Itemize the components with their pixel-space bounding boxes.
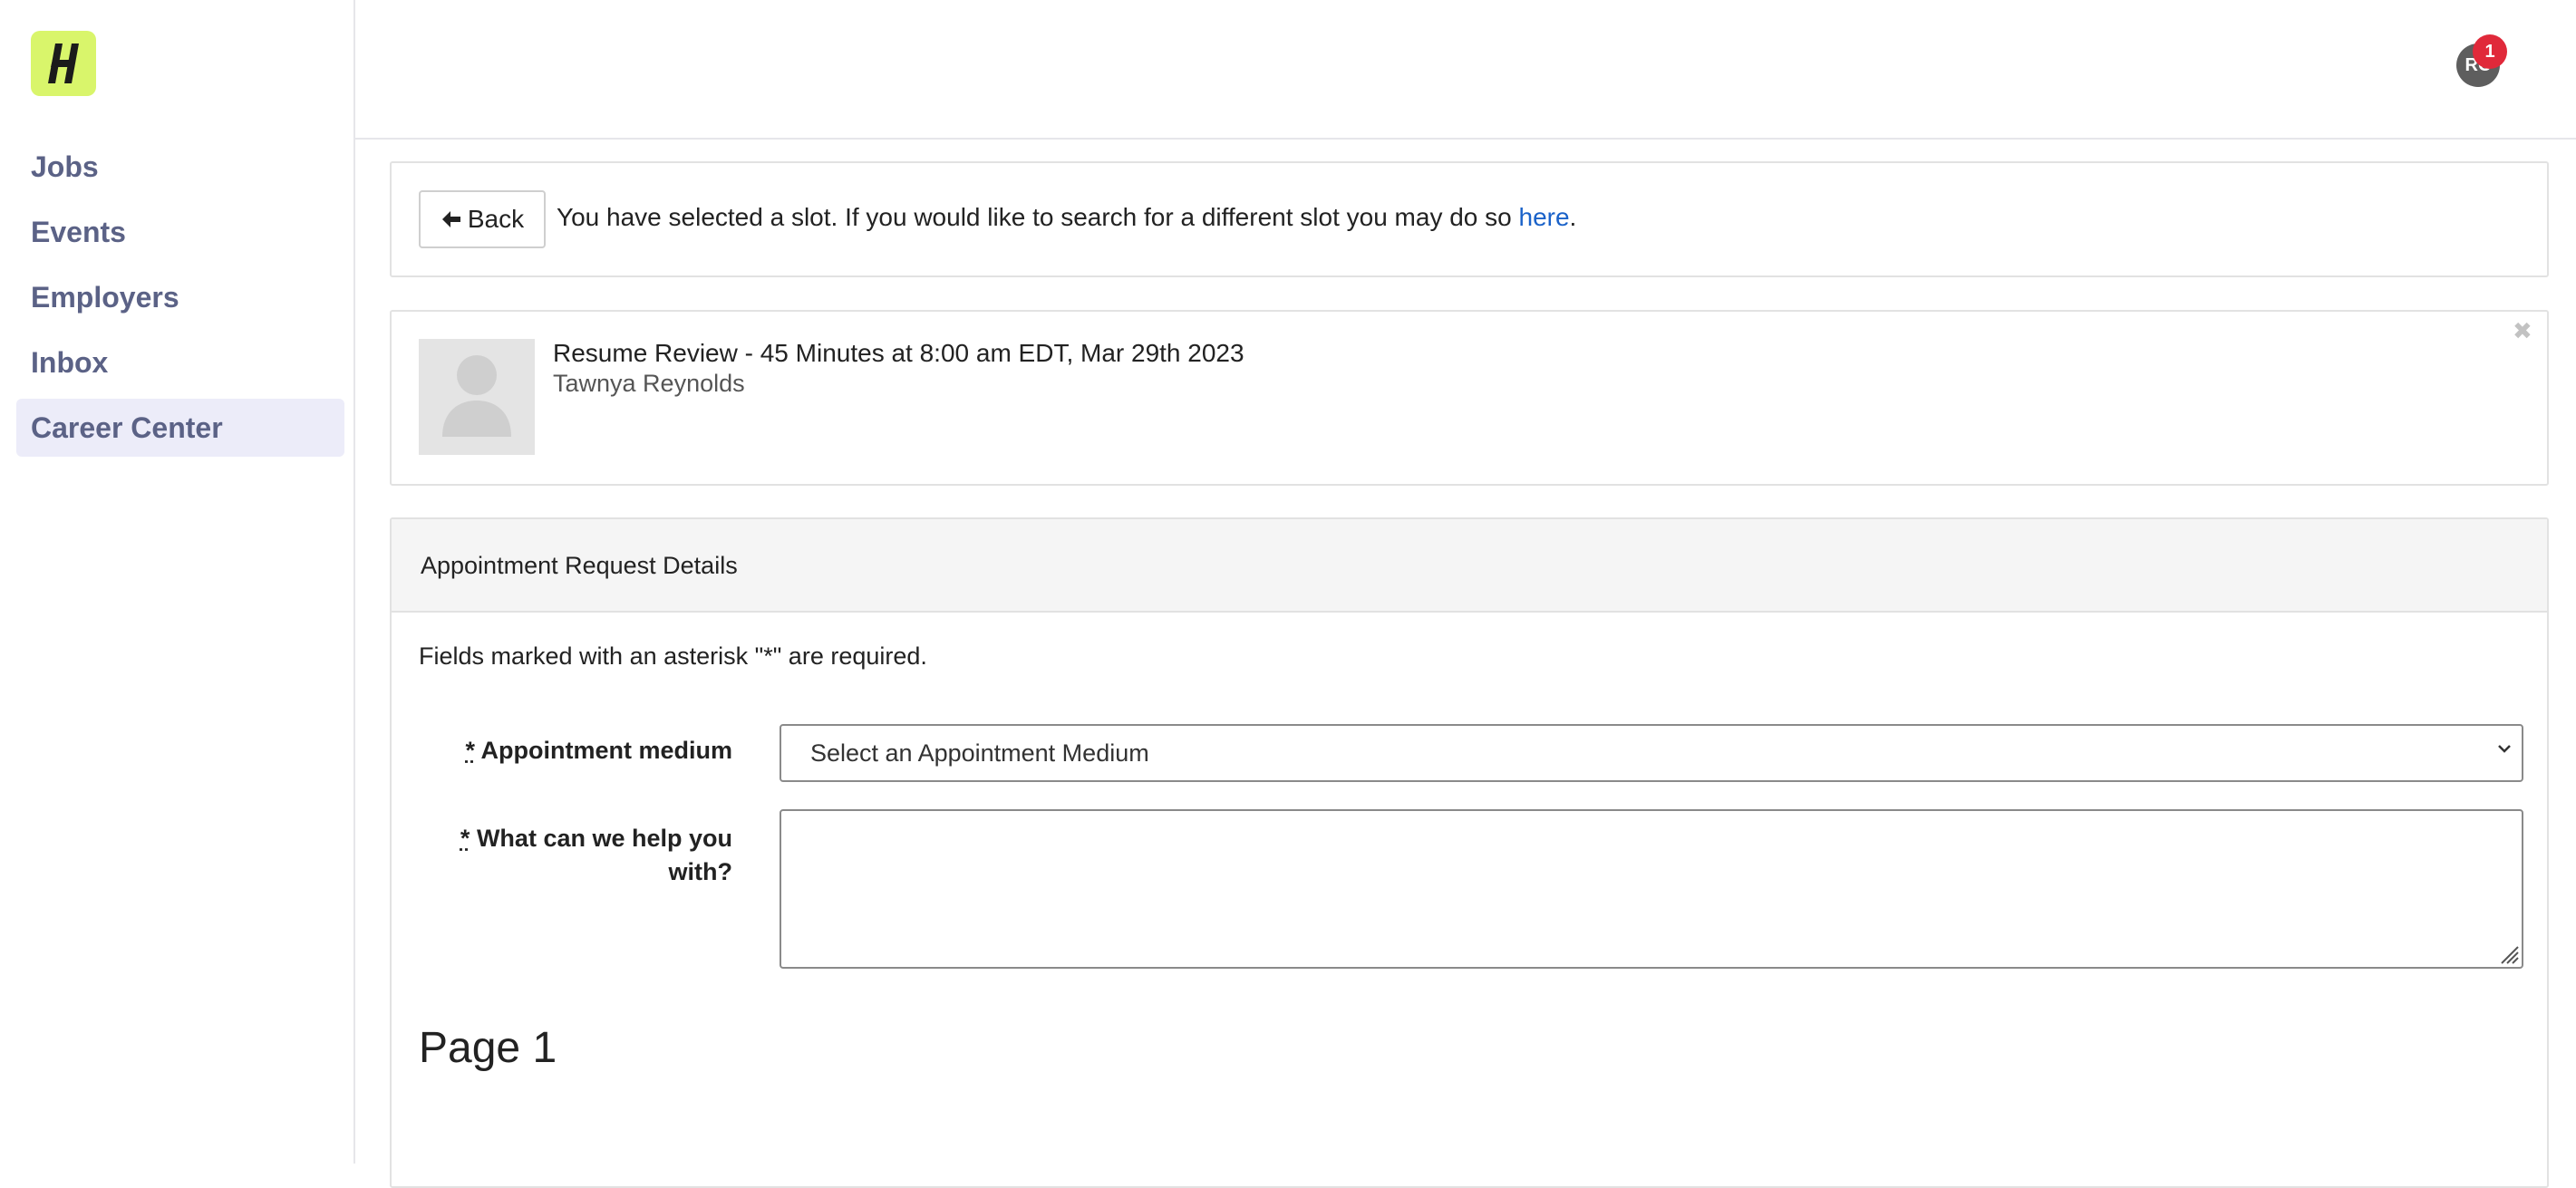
user-placeholder-icon [419,339,535,455]
top-header [355,0,2576,140]
required-fields-note: Fields marked with an asterisk "*" are r… [419,642,927,671]
notification-badge[interactable]: 1 [2473,34,2507,69]
arrow-left-icon [441,208,462,230]
notice-message: You have selected a slot. If you would l… [557,203,1576,232]
slot-title: Resume Review - 45 Minutes at 8:00 am ED… [553,339,1244,368]
appointment-medium-label: * Appointment medium [442,737,732,765]
sidebar-item-career-center[interactable]: Career Center [16,399,344,457]
close-icon[interactable]: ✖ [2513,317,2532,345]
sidebar: Jobs Events Employers Inbox Career Cente… [0,0,355,1164]
advisor-photo [419,339,535,455]
slot-selected-notice: Back You have selected a slot. If you wo… [390,161,2549,277]
back-button-label: Back [468,205,524,234]
help-topic-label-text: What can we help you with? [477,825,732,885]
sidebar-item-jobs[interactable]: Jobs [16,138,344,196]
sidebar-item-employers[interactable]: Employers [16,268,344,326]
required-asterisk: * [465,737,475,764]
resize-handle-icon[interactable] [2496,942,2520,965]
chevron-down-icon [2496,742,2513,755]
appointment-medium-label-text: Appointment medium [481,737,733,764]
help-topic-textarea[interactable] [780,809,2523,969]
sidebar-item-label: Events [31,216,126,249]
appointment-medium-select[interactable]: Select an Appointment Medium [780,724,2523,782]
help-topic-label: * What can we help you with? [442,822,732,889]
sidebar-nav: Jobs Events Employers Inbox Career Cente… [16,138,344,464]
appointment-request-form: Appointment Request Details Fields marke… [390,517,2549,1188]
sidebar-item-label: Career Center [31,411,223,445]
sidebar-item-label: Employers [31,281,179,314]
search-slot-link[interactable]: here [1519,203,1570,231]
logo-glyph-icon [43,40,84,87]
advisor-name: Tawnya Reynolds [553,370,745,398]
brand-logo[interactable] [31,31,96,96]
page-heading: Page 1 [419,1023,557,1073]
notification-count: 1 [2484,42,2494,63]
sidebar-item-events[interactable]: Events [16,203,344,261]
sidebar-item-inbox[interactable]: Inbox [16,333,344,391]
notice-message-suffix: . [1570,203,1577,231]
selected-slot-card: Resume Review - 45 Minutes at 8:00 am ED… [390,310,2549,486]
appointment-medium-selected: Select an Appointment Medium [810,739,1149,768]
form-section-header: Appointment Request Details [392,519,2547,613]
form-section-title: Appointment Request Details [421,552,738,580]
required-asterisk: * [460,825,470,852]
sidebar-item-label: Jobs [31,150,99,184]
back-button[interactable]: Back [419,190,546,248]
sidebar-item-label: Inbox [31,346,108,380]
notice-message-text: You have selected a slot. If you would l… [557,203,1519,231]
